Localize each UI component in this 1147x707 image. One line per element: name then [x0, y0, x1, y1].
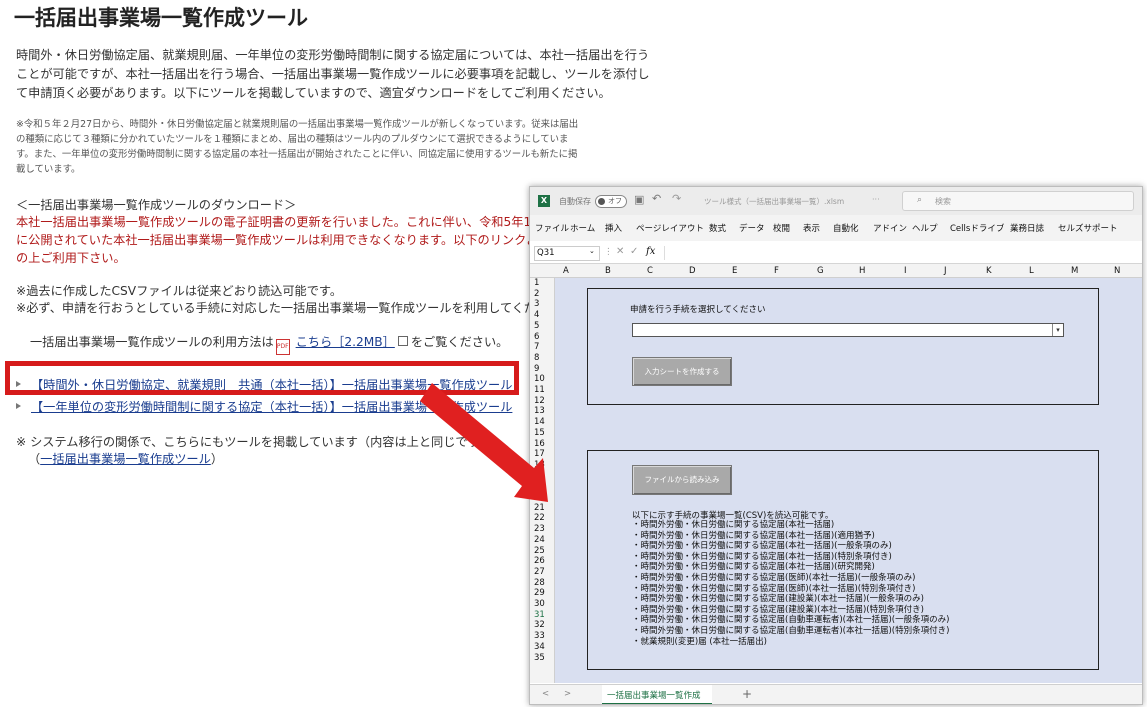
- red-arrow: [420, 383, 548, 502]
- arrow-shape: [420, 383, 548, 502]
